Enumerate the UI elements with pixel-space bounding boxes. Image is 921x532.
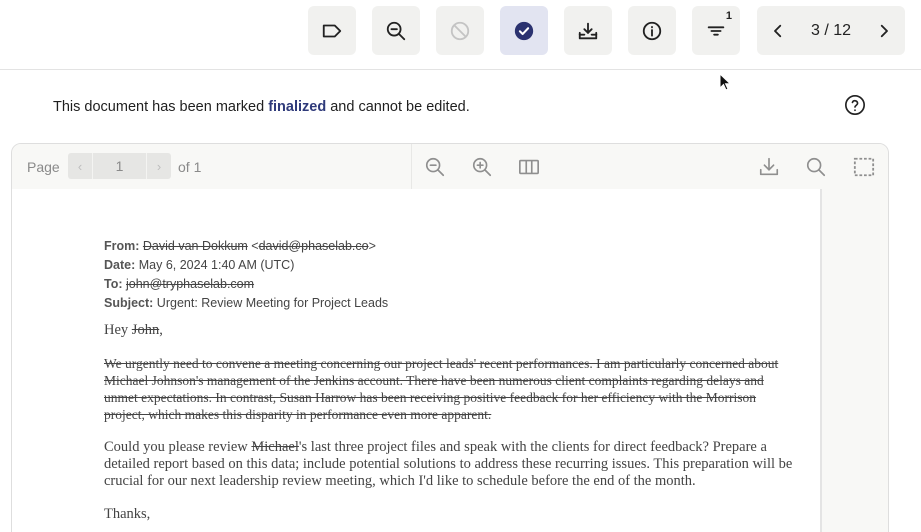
from-name: David van Dokkum <box>142 239 248 253</box>
tag-button[interactable] <box>308 6 356 55</box>
date-label: Date: <box>104 258 136 272</box>
to-value: john@tryphaselab.com <box>126 277 255 291</box>
greeting: Hey John, <box>104 322 794 339</box>
date-value: May 6, 2024 1:40 AM (UTC) <box>138 258 295 272</box>
zoom-search-icon <box>386 21 406 40</box>
info-button[interactable] <box>628 6 676 55</box>
mouse-cursor-icon <box>719 73 731 91</box>
filter-icon <box>707 25 725 36</box>
viewer-toolbar: Page ‹ 1 › of 1 <box>12 144 888 189</box>
email-body: Hey John, We urgently need to convene a … <box>104 322 794 523</box>
chevron-right-icon[interactable] <box>875 22 893 40</box>
to-label: To: <box>104 277 123 291</box>
subject-value: Urgent: Review Meeting for Project Leads <box>156 296 389 310</box>
notice-status: finalized <box>268 99 327 115</box>
tag-icon <box>322 24 342 37</box>
columns-icon[interactable] <box>518 156 540 178</box>
finalized-notice: This document has been marked finalized … <box>53 99 470 115</box>
para2-name: Michael <box>251 439 299 455</box>
page-count-label: of 1 <box>178 159 202 175</box>
subject-line: Subject: Urgent: Review Meeting for Proj… <box>104 294 794 313</box>
download-button[interactable] <box>564 6 612 55</box>
greeting-prefix: Hey <box>104 322 132 338</box>
zoom-search-button[interactable] <box>372 6 420 55</box>
filter-button[interactable]: 1 <box>692 6 740 55</box>
block-button[interactable] <box>436 6 484 55</box>
notice-prefix: This document has been marked <box>53 99 269 115</box>
zoom-out-icon[interactable] <box>424 156 446 178</box>
chevron-left-icon[interactable] <box>769 22 787 40</box>
greeting-name: John <box>131 322 160 338</box>
greeting-suffix: , <box>159 322 163 338</box>
from-label: From: <box>104 239 140 253</box>
help-icon[interactable] <box>844 94 866 116</box>
app-window: 1 3 / 12 This document has been marked f… <box>0 0 921 532</box>
next-page-button[interactable]: › <box>147 159 171 174</box>
subject-label: Subject: <box>104 296 154 310</box>
block-icon <box>450 21 470 40</box>
page-number-input[interactable]: 1 <box>92 153 147 179</box>
page-navigator: ‹ 1 › <box>68 153 171 179</box>
info-icon <box>642 21 662 40</box>
request-paragraph: Could you please review Michael's last t… <box>104 439 794 490</box>
date-line: Date: May 6, 2024 1:40 AM (UTC) <box>104 256 794 275</box>
prev-page-button[interactable]: ‹ <box>68 159 92 174</box>
from-email-open: < <box>247 239 259 253</box>
page-label: Page <box>27 159 60 175</box>
check-circle-icon <box>514 21 534 40</box>
email-document: From: David van Dokkum <david@phaselab.c… <box>104 237 794 523</box>
fullscreen-icon[interactable] <box>853 156 875 178</box>
zoom-in-icon[interactable] <box>471 156 493 178</box>
top-toolbar: 1 3 / 12 <box>0 0 921 70</box>
para2-prefix: Could you please review <box>104 439 252 455</box>
closing: Thanks, <box>104 506 151 522</box>
document-pager: 3 / 12 <box>757 6 905 55</box>
pdf-viewer: Page ‹ 1 › of 1 From: David van Dokkum <… <box>11 143 889 532</box>
pager-position: 3 / 12 <box>810 21 852 39</box>
filter-count-badge: 1 <box>725 10 732 22</box>
redacted-paragraph: We urgently need to convene a meeting co… <box>104 356 779 422</box>
from-line: From: David van Dokkum <david@phaselab.c… <box>104 237 794 256</box>
toolbar-divider <box>411 144 412 189</box>
finalize-button[interactable] <box>500 6 548 55</box>
to-line: To: john@tryphaselab.com <box>104 275 794 294</box>
viewer-download-icon[interactable] <box>758 156 780 178</box>
email-header: From: David van Dokkum <david@phaselab.c… <box>104 237 794 313</box>
notice-suffix: and cannot be edited. <box>326 99 470 115</box>
from-email: david@phaselab.co <box>258 239 369 253</box>
viewer-search-icon[interactable] <box>805 156 827 178</box>
download-tray-icon <box>578 22 598 39</box>
document-page: From: David van Dokkum <david@phaselab.c… <box>12 189 822 532</box>
from-email-close: > <box>368 239 376 253</box>
